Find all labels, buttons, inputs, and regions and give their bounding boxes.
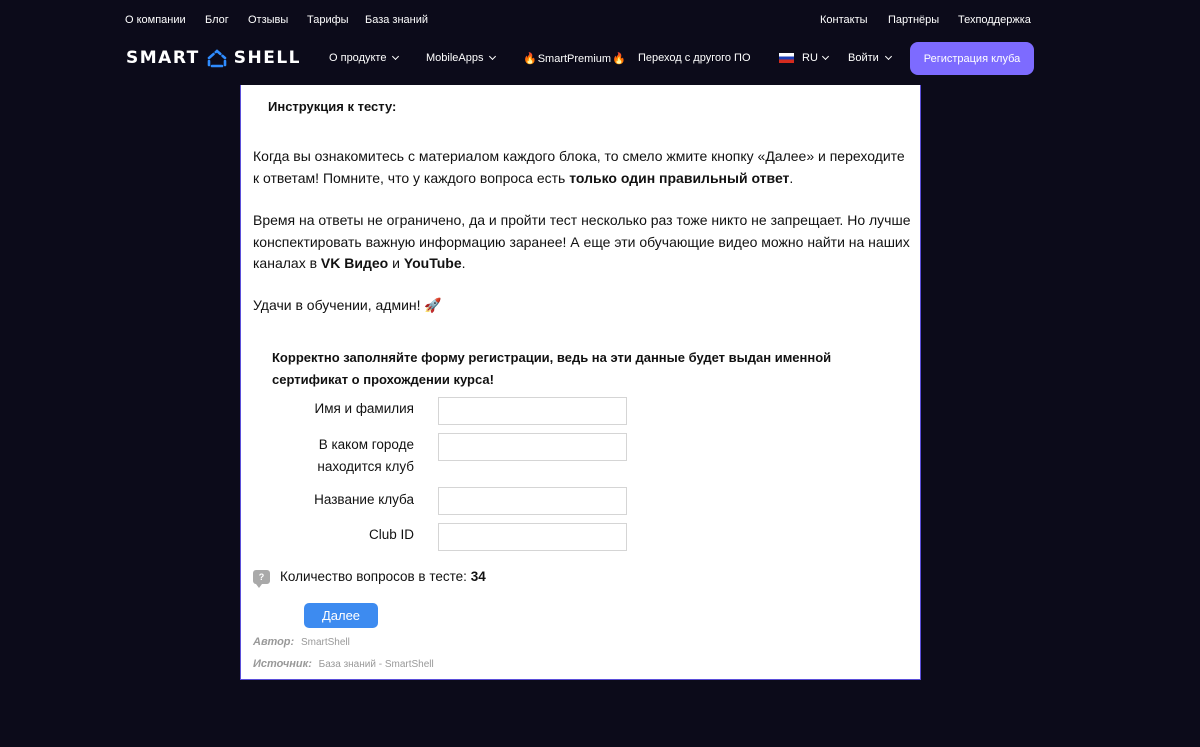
city-label: В каком городе находится клуб	[281, 434, 414, 478]
p2-and: и	[388, 255, 404, 271]
top-links-bar: О компании Блог Отзывы Тарифы База знани…	[0, 0, 1200, 42]
p1-end: .	[789, 169, 794, 186]
city-label-line-1: В каком городе	[318, 437, 414, 452]
logo-mark-icon	[207, 49, 227, 68]
nav-mobile-apps[interactable]: MobileApps	[426, 52, 497, 64]
language-label: RU	[802, 52, 818, 64]
link-support[interactable]: Техподдержка	[958, 14, 1031, 26]
name-input[interactable]	[438, 397, 627, 425]
chevron-down-icon	[884, 52, 892, 61]
chevron-down-icon	[489, 52, 497, 61]
question-count-label: Количество вопросов в тесте:	[280, 569, 471, 584]
name-label: Имя и фамилия	[314, 401, 414, 416]
link-blog[interactable]: Блог	[205, 14, 229, 26]
author-line: Автор: SmartShell	[253, 636, 350, 648]
nav-migrate-label: Переход с другого ПО	[638, 52, 751, 64]
question-count: ? Количество вопросов в тесте: 34	[253, 569, 486, 588]
city-label-line-2: находится клуб	[317, 459, 414, 474]
question-bubble-icon: ?	[253, 569, 270, 588]
vk-video-link[interactable]: VK Видео	[321, 255, 388, 271]
register-club-button[interactable]: Регистрация клуба	[910, 42, 1034, 75]
source-label: Источник:	[253, 658, 312, 670]
logo-text-right: SHELL	[233, 48, 301, 68]
source-value[interactable]: База знаний - SmartShell	[319, 659, 434, 670]
link-reviews[interactable]: Отзывы	[248, 14, 288, 26]
link-knowledge-base[interactable]: База знаний	[365, 14, 428, 26]
registration-form-title: Корректно заполняйте форму регистрации, …	[272, 350, 832, 387]
question-count-value: 34	[470, 569, 486, 584]
smartshell-logo[interactable]: SMART SHELL	[126, 47, 301, 69]
nav-migrate[interactable]: Переход с другого ПО	[638, 52, 751, 64]
club-name-input[interactable]	[438, 487, 627, 515]
logo-text-left: SMART	[126, 48, 200, 68]
source-line: Источник: База знаний - SmartShell	[253, 658, 434, 670]
instruction-paragraph-2: Время на ответы не ограничено, да и прой…	[253, 210, 913, 275]
russia-flag-icon	[779, 53, 794, 63]
link-partners[interactable]: Партнёры	[888, 14, 939, 26]
instruction-paragraph-3: Удачи в обучении, админ! 🚀	[253, 297, 442, 313]
club-id-label: Club ID	[368, 527, 414, 542]
club-id-input[interactable]	[438, 523, 627, 551]
nav-premium-label: SmartPremium	[537, 52, 612, 65]
next-button[interactable]: Далее	[304, 603, 378, 628]
quiz-intro-panel: Инструкция к тесту: Когда вы ознакомитес…	[240, 85, 921, 680]
chevron-down-icon	[821, 52, 829, 61]
link-pricing[interactable]: Тарифы	[307, 14, 349, 26]
youtube-link[interactable]: YouTube	[404, 255, 462, 271]
main-navbar: SMART SHELL О продукте MobileApps 🔥 Smar…	[0, 40, 1200, 80]
language-selector[interactable]: RU	[779, 52, 829, 64]
nav-smart-premium[interactable]: 🔥 SmartPremium 🔥	[523, 52, 626, 66]
fire-icon: 🔥	[523, 53, 537, 65]
nav-login-label: Войти	[848, 52, 879, 64]
fire-icon: 🔥	[612, 53, 626, 65]
question-count-text: Количество вопросов в тесте: 34	[280, 569, 486, 584]
author-value: SmartShell	[300, 637, 350, 648]
p1-bold: только один правильный ответ	[569, 169, 790, 186]
nav-product[interactable]: О продукте	[329, 52, 400, 64]
author-label: Автор:	[253, 636, 295, 648]
nav-product-label: О продукте	[329, 52, 387, 64]
link-about[interactable]: О компании	[125, 14, 186, 26]
chevron-down-icon	[392, 52, 400, 61]
link-contacts[interactable]: Контакты	[820, 14, 868, 26]
city-input[interactable]	[438, 433, 627, 461]
instruction-title: Инструкция к тесту:	[268, 99, 397, 114]
club-name-label: Название клуба	[314, 492, 414, 507]
instruction-paragraph-1: Когда вы ознакомитесь с материалом каждо…	[253, 146, 913, 189]
p2-end: .	[461, 255, 466, 271]
nav-login[interactable]: Войти	[848, 52, 892, 64]
nav-mobile-label: MobileApps	[426, 52, 484, 64]
